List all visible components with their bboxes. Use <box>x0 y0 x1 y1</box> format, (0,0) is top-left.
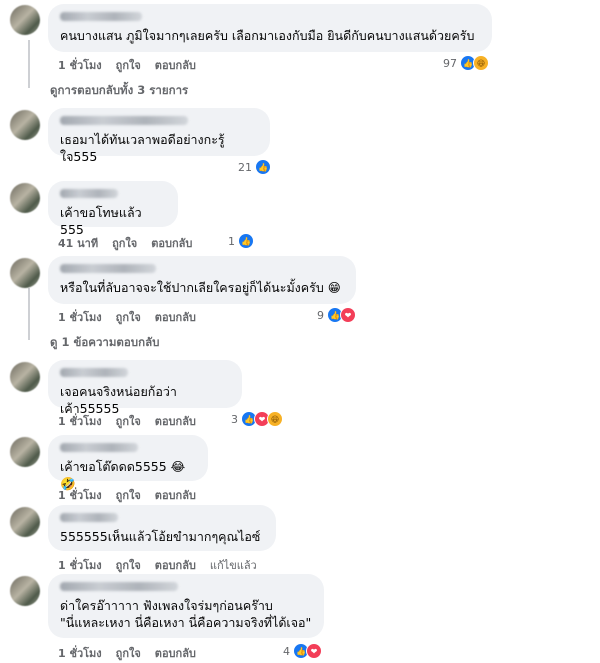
commenter-name-blurred[interactable] <box>60 189 118 198</box>
like-button[interactable]: ถูกใจ <box>116 308 141 326</box>
timestamp[interactable]: 1 ชั่วโมง <box>58 644 102 662</box>
view-replies-link[interactable]: ดู 1 ข้อความตอบกลับ <box>50 334 159 352</box>
edited-label[interactable]: แก้ไขแล้ว <box>210 556 257 574</box>
comment-actions: 1 ชั่วโมง ถูกใจ ตอบกลับ <box>58 56 196 74</box>
reaction-count: 1 <box>228 234 235 248</box>
commenter-name-blurred[interactable] <box>60 443 138 452</box>
comment-text: เค้าขอโทษแล้ว 555 <box>60 205 142 237</box>
haha-icon: 😆 <box>473 55 489 71</box>
reply-button[interactable]: ตอบกลับ <box>151 234 192 252</box>
reply-button[interactable]: ตอบกลับ <box>155 556 196 574</box>
like-button[interactable]: ถูกใจ <box>116 412 141 430</box>
haha-icon: 😆 <box>267 411 283 427</box>
comment-text: หรือในที่ลับอาจจะใช้ปากเลียใครอยู่ก็ได้น… <box>60 280 341 295</box>
reaction-summary[interactable]: 4 👍 ❤ <box>283 643 322 659</box>
like-icon: 👍 <box>238 233 254 249</box>
comment-actions: 1 ชั่วโมง ถูกใจ ตอบกลับ <box>58 412 196 430</box>
like-button[interactable]: ถูกใจ <box>116 486 141 504</box>
commenter-name-blurred[interactable] <box>60 368 128 377</box>
thread-line <box>28 288 30 340</box>
like-button[interactable]: ถูกใจ <box>116 556 141 574</box>
like-button[interactable]: ถูกใจ <box>116 56 141 74</box>
comment-bubble: เจอคนจริงหน่อยก้อว่าเค้า55555 <box>48 360 242 416</box>
reply-button[interactable]: ตอบกลับ <box>155 56 196 74</box>
avatar[interactable] <box>10 507 40 537</box>
thread-line <box>28 40 30 88</box>
timestamp[interactable]: 1 ชั่วโมง <box>58 56 102 74</box>
comment-bubble: หรือในที่ลับอาจจะใช้ปากเลียใครอยู่ก็ได้น… <box>48 256 356 304</box>
avatar[interactable] <box>10 5 40 35</box>
commenter-name-blurred[interactable] <box>60 264 156 273</box>
avatar[interactable] <box>10 362 40 392</box>
commenter-name-blurred[interactable] <box>60 116 188 125</box>
reply-button[interactable]: ตอบกลับ <box>155 412 196 430</box>
timestamp[interactable]: 41 นาที <box>58 234 98 252</box>
comment-text: เธอมาได้ทันเวลาพอดีอย่างกะรู้ใจ555 <box>60 132 225 164</box>
avatar[interactable] <box>10 110 40 140</box>
reaction-summary[interactable]: 3 👍 ❤ 😆 <box>231 411 283 427</box>
like-icon: 👍 <box>255 159 271 175</box>
reaction-count: 21 <box>238 160 252 174</box>
comment-bubble: คนบางแสน ภูมิใจมากๆเลยครับ เลือกมาเองกับ… <box>48 4 492 52</box>
comment-actions: 1 ชั่วโมง ถูกใจ ตอบกลับ <box>58 644 196 662</box>
avatar[interactable] <box>10 576 40 606</box>
reply-button[interactable]: ตอบกลับ <box>155 308 196 326</box>
timestamp[interactable]: 1 ชั่วโมง <box>58 556 102 574</box>
reaction-count: 97 <box>443 56 457 70</box>
reaction-summary[interactable]: 1 👍 <box>228 233 254 249</box>
reaction-summary[interactable]: 21 👍 <box>238 159 271 175</box>
timestamp[interactable]: 1 ชั่วโมง <box>58 486 102 504</box>
avatar[interactable] <box>10 437 40 467</box>
reply-button[interactable]: ตอบกลับ <box>155 486 196 504</box>
comment-actions: 1 ชั่วโมง ถูกใจ ตอบกลับ <box>58 308 196 326</box>
commenter-name-blurred[interactable] <box>60 12 142 21</box>
like-button[interactable]: ถูกใจ <box>112 234 137 252</box>
love-icon: ❤ <box>306 643 322 659</box>
love-icon: ❤ <box>340 307 356 323</box>
commenter-name-blurred[interactable] <box>60 582 178 591</box>
comment-bubble: 555555เห็นแล้วโอ้ยขำมากๆคุณไอซ์ <box>48 505 276 551</box>
reaction-count: 9 <box>317 308 324 322</box>
avatar[interactable] <box>10 258 40 288</box>
comment-text: ด่าใครอ๊าาาาา ฟังเพลงใจร่มๆก่อนคร๊าบ "นี… <box>60 598 312 630</box>
comment-bubble: ด่าใครอ๊าาาาา ฟังเพลงใจร่มๆก่อนคร๊าบ "นี… <box>48 574 324 638</box>
reaction-count: 4 <box>283 644 290 658</box>
reaction-summary[interactable]: 97 👍 😆 <box>443 55 489 71</box>
comment-bubble: เธอมาได้ทันเวลาพอดีอย่างกะรู้ใจ555 <box>48 108 270 164</box>
reaction-count: 3 <box>231 412 238 426</box>
comment-text: 555555เห็นแล้วโอ้ยขำมากๆคุณไอซ์ <box>60 529 261 544</box>
reaction-summary[interactable]: 9 👍 ❤ <box>317 307 356 323</box>
comment-actions: 1 ชั่วโมง ถูกใจ ตอบกลับ <box>58 486 196 504</box>
commenter-name-blurred[interactable] <box>60 513 118 522</box>
like-button[interactable]: ถูกใจ <box>116 644 141 662</box>
comment-bubble: เค้าขอโทษแล้ว 555 <box>48 181 178 237</box>
comment-actions: 41 นาที ถูกใจ ตอบกลับ <box>58 234 192 252</box>
reply-button[interactable]: ตอบกลับ <box>155 644 196 662</box>
view-replies-link[interactable]: ดูการตอบกลับทั้ง 3 รายการ <box>50 82 188 100</box>
avatar[interactable] <box>10 183 40 213</box>
comment-bubble: เค้าขอโต๊ดดด5555 😂🤣 <box>48 435 208 491</box>
timestamp[interactable]: 1 ชั่วโมง <box>58 412 102 430</box>
timestamp[interactable]: 1 ชั่วโมง <box>58 308 102 326</box>
comment-actions: 1 ชั่วโมง ถูกใจ ตอบกลับ แก้ไขแล้ว <box>58 556 257 574</box>
comment-text: คนบางแสน ภูมิใจมากๆเลยครับ เลือกมาเองกับ… <box>60 28 475 43</box>
